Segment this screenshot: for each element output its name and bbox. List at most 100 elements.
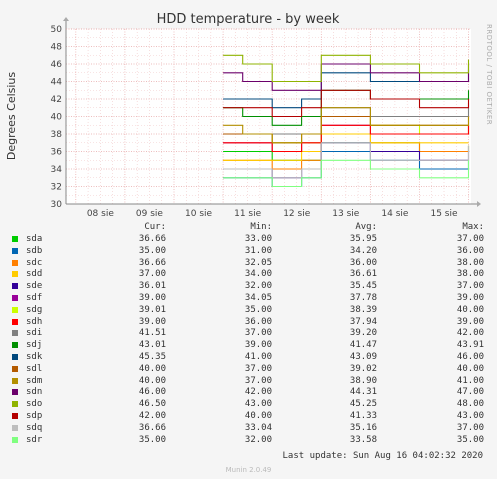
legend-name: sdk — [26, 351, 43, 362]
legend-avg-value: 35.45 — [349, 281, 377, 292]
legend-rows: sda 36.66 33.00 35.95 37.00 sdb 35.00 31.00 34.2… — [12, 234, 488, 446]
legend-max-value: 39.00 — [456, 316, 484, 327]
legend-name: sdb — [26, 245, 43, 256]
y-tick-label: 34 — [51, 165, 63, 175]
legend-max-value: 38.00 — [456, 257, 484, 268]
legend-avg-value: 41.33 — [349, 410, 377, 421]
x-tick-label: 09 sie — [136, 209, 164, 219]
legend-swatch — [12, 283, 18, 290]
y-tick-label: 44 — [51, 78, 63, 88]
legend-avg-value: 35.16 — [349, 422, 377, 433]
legend-row-sdo: sdo 46.50 43.00 45.25 48.00 — [12, 399, 488, 411]
y-tick-labels: 30 32 34 36 38 40 42 44 46 48 50 — [51, 25, 63, 210]
y-tick-label: 46 — [51, 60, 63, 70]
legend-cur-value: 36.66 — [138, 234, 166, 244]
legend-swatch — [12, 306, 18, 313]
legend-max-value: 46.00 — [456, 351, 484, 362]
legend-name: sda — [26, 234, 43, 244]
legend-row-sdj: sdj 43.01 39.00 41.47 43.91 — [12, 340, 488, 352]
legend-name: sdg — [26, 304, 43, 315]
legend-max-value: 39.00 — [456, 292, 484, 303]
legend-min-value: 32.00 — [244, 281, 272, 292]
legend-row-sdr: sdr 35.00 32.00 33.58 35.00 — [12, 435, 488, 447]
legend-table: Cur: Min: Avg: Max: sda 36.66 33.00 35.95 37… — [12, 222, 488, 446]
legend-min-value: 34.00 — [244, 269, 272, 280]
munin-version: Munin 2.0.49 — [225, 466, 272, 474]
legend-min-value: 37.00 — [244, 328, 272, 339]
legend-max-value: 37.00 — [456, 234, 484, 244]
legend-cur-value: 36.66 — [138, 422, 166, 433]
legend-swatch — [12, 330, 18, 337]
legend-min-value: 32.00 — [244, 434, 272, 445]
legend-min-value: 39.00 — [244, 340, 272, 351]
legend-max-value: 43.91 — [456, 340, 484, 351]
legend-cur-value: 37.00 — [138, 269, 166, 280]
y-axis-label: Degrees Celsius — [5, 72, 18, 161]
legend-avg-value: 45.25 — [349, 399, 377, 410]
legend-max-value: 48.00 — [456, 399, 484, 410]
y-tick-label: 42 — [51, 95, 62, 105]
y-axis-arrow — [63, 17, 69, 21]
x-tick-labels: 08 sie 09 sie 10 sie 11 sie 12 sie 13 sie 14 s… — [87, 209, 458, 219]
legend-swatch — [12, 294, 18, 301]
legend-max-value: 40.00 — [456, 363, 484, 374]
legend-row-sdb: sdb 35.00 31.00 34.20 36.00 — [12, 246, 488, 258]
legend-row-sdg: sdg 39.01 35.00 38.39 40.00 — [12, 305, 488, 317]
legend-min-value: 35.00 — [244, 304, 272, 315]
x-axis-arrow — [477, 201, 481, 207]
legend-swatch — [12, 236, 18, 242]
legend-swatch — [12, 247, 18, 254]
legend-cur-value: 46.50 — [138, 399, 166, 410]
legend-name: sdp — [26, 410, 43, 421]
legend-avg-value: 39.20 — [349, 328, 377, 339]
legend-min-value: 37.00 — [244, 363, 272, 374]
legend-name: sdh — [26, 316, 43, 327]
legend-min-value: 41.00 — [244, 351, 272, 362]
legend-name: sdq — [26, 422, 43, 433]
legend-max-value: 37.00 — [456, 281, 484, 292]
legend-cur-value: 35.00 — [138, 434, 166, 445]
legend-name: sdc — [26, 257, 43, 268]
y-tick-label: 32 — [51, 183, 62, 193]
legend-max-value: 36.00 — [456, 245, 484, 256]
y-tick-label: 30 — [51, 200, 63, 210]
legend-min-value: 34.05 — [244, 292, 272, 303]
x-tick-label: 10 sie — [185, 209, 213, 219]
legend-name: sdd — [26, 269, 43, 280]
legend-max-value: 40.00 — [456, 304, 484, 315]
col-avg-header: Avg: — [355, 222, 377, 232]
legend-swatch — [12, 318, 18, 325]
legend-swatch — [12, 412, 18, 419]
legend-cur-value: 40.00 — [138, 375, 166, 386]
legend-avg-value: 35.95 — [349, 234, 377, 244]
legend-cur-value: 42.00 — [138, 410, 166, 421]
chart-title: HDD temperature - by week — [157, 12, 340, 27]
x-tick-label: 08 sie — [87, 209, 115, 219]
legend-avg-value: 43.09 — [349, 351, 377, 362]
x-tick-label: 14 sie — [381, 209, 409, 219]
legend-row-sdn: sdn 46.00 42.00 44.31 47.00 — [12, 387, 488, 399]
legend-swatch — [12, 342, 18, 349]
legend-name: sdr — [26, 434, 43, 445]
legend-cur-value: 39.00 — [138, 316, 166, 327]
legend-name: sdi — [26, 328, 43, 339]
chart-area: HDD temperature - by week Degrees Celsiu… — [5, 12, 493, 219]
legend-row-sde: sde 36.01 32.00 35.45 37.00 — [12, 281, 488, 293]
legend-swatch — [12, 401, 18, 408]
legend-avg-value: 44.31 — [349, 387, 377, 398]
legend-avg-value: 37.78 — [349, 292, 377, 303]
legend-swatch — [12, 424, 18, 431]
legend-row-sdm: sdm 40.00 37.00 38.90 41.00 — [12, 376, 488, 388]
legend-cur-value: 41.51 — [138, 328, 166, 339]
legend-avg-value: 36.00 — [349, 257, 377, 268]
legend-header: Cur: Min: Avg: Max: — [12, 222, 488, 234]
legend-min-value: 37.00 — [244, 375, 272, 386]
legend-max-value: 37.00 — [456, 422, 484, 433]
legend-row-sda: sda 36.66 33.00 35.95 37.00 — [12, 234, 488, 246]
legend-row-sdd: sdd 37.00 34.00 36.61 38.00 — [12, 269, 488, 281]
legend-row-sdf: sdf 39.00 34.05 37.78 39.00 — [12, 293, 488, 305]
legend-min-value: 43.00 — [244, 399, 272, 410]
legend-avg-value: 39.02 — [349, 363, 377, 374]
legend-cur-value: 43.01 — [138, 340, 166, 351]
col-max-header: Max: — [462, 222, 484, 232]
